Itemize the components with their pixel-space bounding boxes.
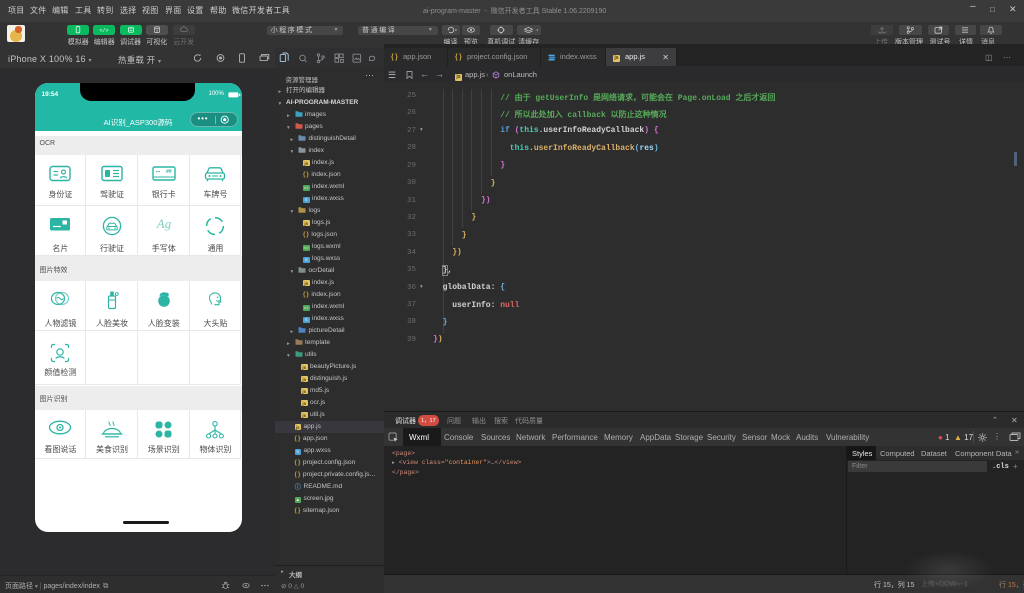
svg-text:</>: </> — [100, 28, 109, 34]
